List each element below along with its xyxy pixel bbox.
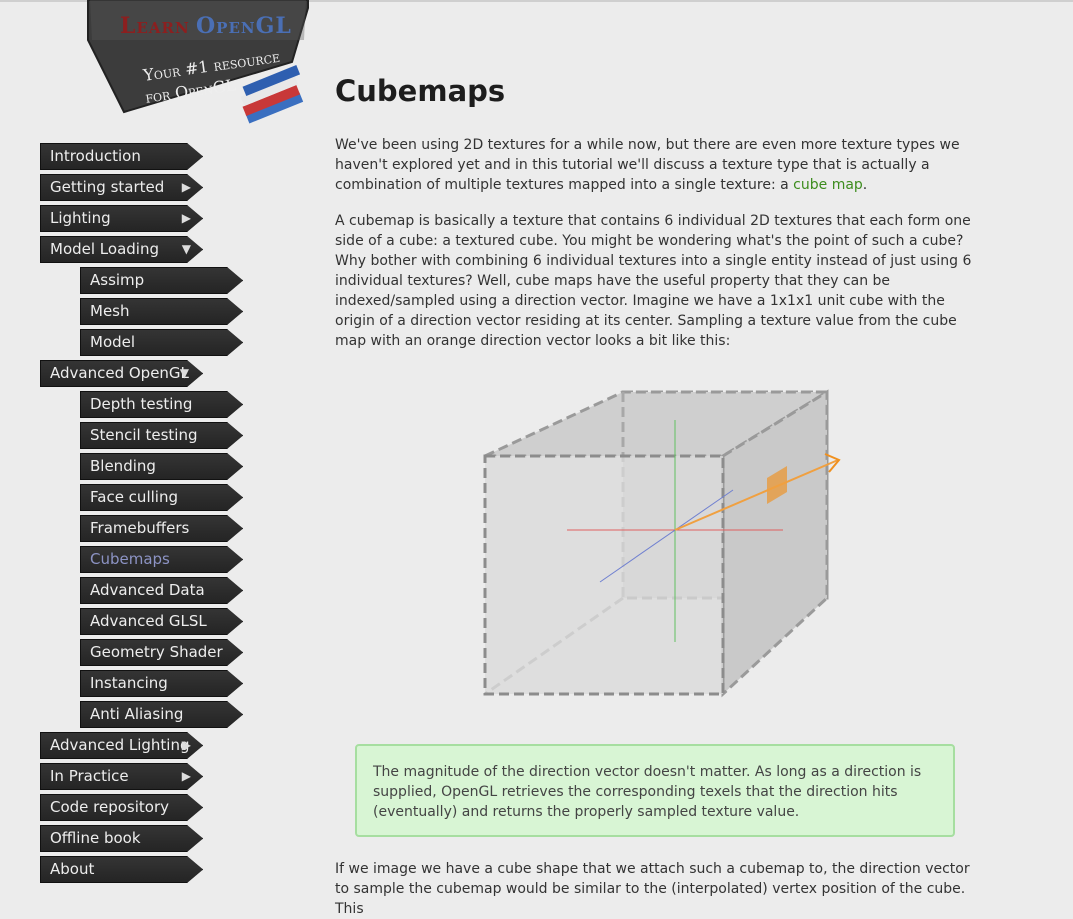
nav-label: Model Loading	[50, 240, 159, 258]
nav-item-anti-aliasing[interactable]: Anti Aliasing	[80, 701, 243, 728]
nav-item-code-repository[interactable]: Code repository	[40, 794, 203, 821]
nav-item-assimp[interactable]: Assimp	[80, 267, 243, 294]
nav-item-offline-book[interactable]: Offline book	[40, 825, 203, 852]
page-title: Cubemaps	[335, 74, 506, 108]
nav-item-introduction[interactable]: Introduction	[40, 143, 203, 170]
nav-label: Introduction	[50, 147, 141, 165]
nav-item-in-practice[interactable]: In Practice ▶	[40, 763, 203, 790]
nav-label: Code repository	[50, 798, 170, 816]
nav-label: Advanced Lighting	[50, 736, 190, 754]
cube-shape-paragraph: If we image we have a cube shape that we…	[335, 861, 970, 917]
nav-label: Face culling	[90, 488, 178, 506]
nav-arrow-icon: ▼	[179, 366, 189, 380]
nav-arrow-icon: ▶	[181, 769, 191, 783]
nav-item-advanced-opengl[interactable]: Advanced OpenGL ▼	[40, 360, 203, 387]
nav-label: Framebuffers	[90, 519, 190, 537]
nav-label: Mesh	[90, 302, 130, 320]
site-logo[interactable]: Learn OpenGL Your #1 resource for OpenGL	[82, 0, 314, 130]
nav-label: Model	[90, 333, 136, 351]
nav-item-instancing[interactable]: Instancing	[80, 670, 243, 697]
nav-label: Geometry Shader	[90, 643, 223, 661]
cube-front-face	[483, 454, 725, 696]
nav-item-lighting[interactable]: Lighting ▶	[40, 205, 203, 232]
cubemap-direction-figure	[483, 389, 841, 698]
nav-label: Advanced GLSL	[90, 612, 207, 630]
nav-label: Cubemaps	[90, 550, 170, 568]
note-text: The magnitude of the direction vector do…	[373, 764, 922, 820]
cube-map-link[interactable]: cube map	[793, 177, 863, 193]
nav-label: About	[50, 860, 95, 878]
info-note-box: The magnitude of the direction vector do…	[355, 744, 955, 837]
cubemap-explanation-paragraph: A cubemap is basically a texture that co…	[335, 213, 972, 349]
nav-label: Anti Aliasing	[90, 705, 184, 723]
nav-arrow-icon: ▶	[181, 211, 191, 225]
nav-label: Blending	[90, 457, 156, 475]
nav-arrow-icon: ▼	[181, 242, 191, 256]
nav-item-cubemaps[interactable]: Cubemaps	[80, 546, 243, 573]
nav-item-face-culling[interactable]: Face culling	[80, 484, 243, 511]
nav-label: In Practice	[50, 767, 129, 785]
nav-label: Advanced Data	[90, 581, 205, 599]
nav-label: Offline book	[50, 829, 141, 847]
nav-item-advanced-lighting[interactable]: Advanced Lighting ▶	[40, 732, 203, 759]
nav-item-about[interactable]: About	[40, 856, 203, 883]
nav-item-geometry-shader[interactable]: Geometry Shader	[80, 639, 243, 666]
nav-item-mesh[interactable]: Mesh	[80, 298, 243, 325]
intro-paragraph: We've been using 2D textures for a while…	[335, 135, 975, 195]
nav-label: Getting started	[50, 178, 165, 196]
nav-label: Lighting	[50, 209, 111, 227]
nav-item-stencil-testing[interactable]: Stencil testing	[80, 422, 243, 449]
nav-item-model-loading[interactable]: Model Loading ▼	[40, 236, 203, 263]
logo-opengl-text: OpenGL	[196, 13, 292, 39]
nav-label: Assimp	[90, 271, 145, 289]
nav-item-advanced-data[interactable]: Advanced Data	[80, 577, 243, 604]
nav-item-depth-testing[interactable]: Depth testing	[80, 391, 243, 418]
nav-item-framebuffers[interactable]: Framebuffers	[80, 515, 243, 542]
nav-item-getting-started[interactable]: Getting started ▶	[40, 174, 203, 201]
nav-label: Instancing	[90, 674, 168, 692]
nav-label: Stencil testing	[90, 426, 198, 444]
nav-arrow-icon: ▶	[181, 738, 191, 752]
nav-item-advanced-glsl[interactable]: Advanced GLSL	[80, 608, 243, 635]
nav-label: Advanced OpenGL	[50, 364, 189, 382]
intro-text-end: .	[862, 177, 868, 193]
nav-label: Depth testing	[90, 395, 193, 413]
nav-item-blending[interactable]: Blending	[80, 453, 243, 480]
nav-arrow-icon: ▶	[181, 180, 191, 194]
nav-item-model[interactable]: Model	[80, 329, 243, 356]
logo-learn-text: Learn	[120, 13, 190, 39]
